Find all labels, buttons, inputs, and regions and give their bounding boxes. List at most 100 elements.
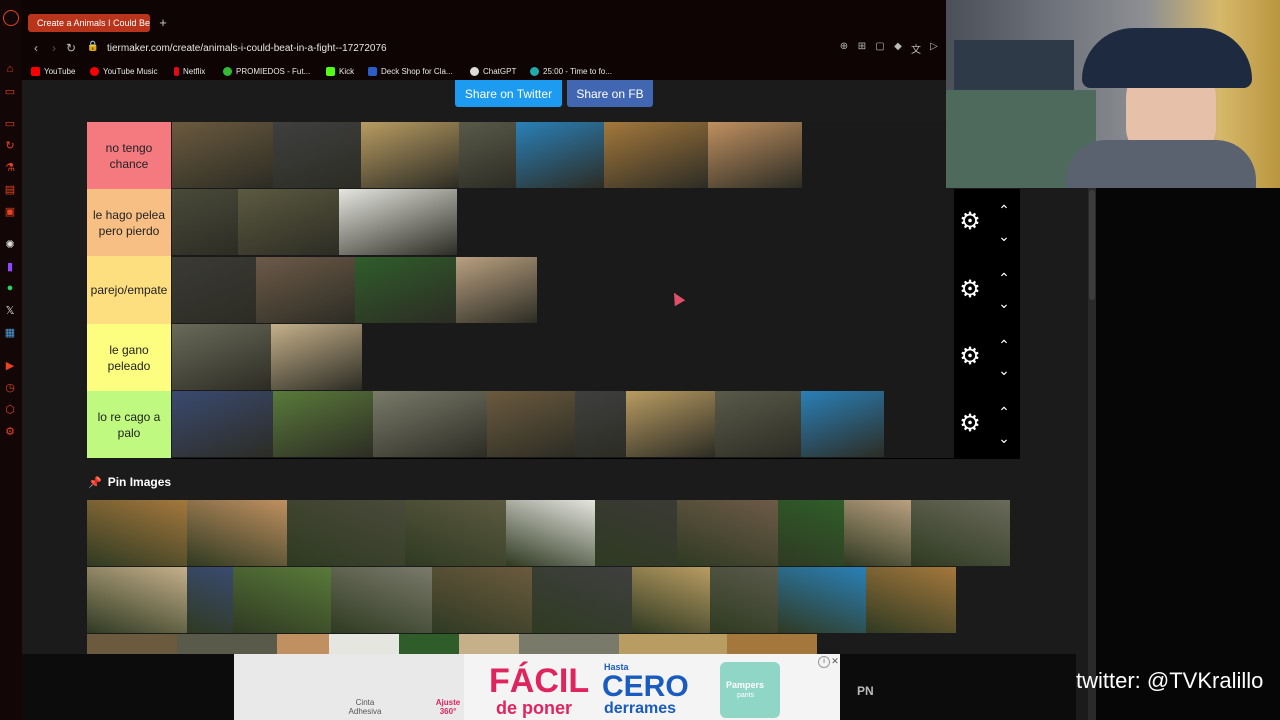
refresh-icon[interactable]: ↻: [3, 138, 17, 152]
pool-image[interactable]: [287, 500, 405, 566]
screenshot-icon[interactable]: ▢: [873, 41, 887, 52]
snapshot-icon[interactable]: ⊞: [855, 41, 869, 52]
pool-image[interactable]: [432, 567, 532, 633]
home-icon[interactable]: ⌂: [3, 62, 17, 76]
bookmark-pomodoro[interactable]: 25:00 - Time to fo...: [530, 65, 612, 77]
move-up-chevron-icon[interactable]: ⌃: [996, 271, 1012, 285]
move-down-chevron-icon[interactable]: ⌄: [996, 431, 1012, 445]
settings-icon[interactable]: ⚙: [3, 424, 17, 438]
reload-icon[interactable]: ↻: [64, 41, 78, 55]
pool-image[interactable]: [619, 634, 727, 654]
bookmark-deckshop[interactable]: Deck Shop for Cla...: [368, 65, 453, 77]
zoom-icon[interactable]: ⊕: [837, 41, 851, 52]
bookmark-netflix[interactable]: Netflix: [174, 65, 205, 77]
tier-label[interactable]: no tengo chance: [87, 122, 171, 189]
shield-icon[interactable]: ◆: [891, 41, 905, 52]
move-up-chevron-icon[interactable]: ⌃: [996, 203, 1012, 217]
whatsapp-icon[interactable]: ●: [3, 281, 17, 295]
tier-image[interactable]: [604, 122, 708, 188]
share-fb-button[interactable]: Share on FB: [567, 80, 653, 107]
pool-image[interactable]: [177, 634, 277, 654]
url-field[interactable]: tiermaker.com/create/animals-i-could-bea…: [107, 43, 387, 54]
pool-image[interactable]: [710, 567, 778, 633]
opera-logo-icon[interactable]: [3, 10, 19, 26]
back-icon[interactable]: ‹: [29, 41, 43, 55]
pool-image[interactable]: [778, 500, 844, 566]
pool-image[interactable]: [632, 567, 710, 633]
bookmark-youtube[interactable]: YouTube: [31, 65, 75, 77]
pool-image[interactable]: [727, 634, 817, 654]
pool-image[interactable]: [87, 500, 187, 566]
tier-settings-gear-icon[interactable]: ⚙: [958, 278, 982, 302]
pool-image[interactable]: [844, 500, 911, 566]
pool-image[interactable]: [187, 500, 287, 566]
bookmark-youtube-music[interactable]: YouTube Music: [90, 65, 158, 77]
tier-image[interactable]: [238, 189, 339, 255]
tier-image[interactable]: [355, 257, 456, 323]
new-tab-button[interactable]: +: [156, 14, 170, 32]
tier-image[interactable]: [172, 122, 273, 188]
tier-label[interactable]: le gano peleado: [87, 324, 171, 391]
ad-info-icon[interactable]: i: [818, 656, 830, 668]
pool-image[interactable]: [277, 634, 329, 654]
pool-image[interactable]: [233, 567, 331, 633]
tier-image[interactable]: [575, 391, 626, 457]
twitch-icon[interactable]: ▮: [3, 259, 17, 273]
tier-image[interactable]: [361, 122, 459, 188]
tier-image[interactable]: [708, 122, 802, 188]
tier-image[interactable]: [487, 391, 575, 457]
gamepad-icon[interactable]: ▭: [3, 84, 17, 98]
tier-label[interactable]: lo re cago a palo: [87, 391, 171, 458]
translate-icon[interactable]: 文: [909, 41, 923, 56]
chatgpt-icon[interactable]: ✺: [3, 237, 17, 251]
pool-image[interactable]: [459, 634, 519, 654]
tier-label[interactable]: le hago pelea pero pierdo: [87, 189, 171, 256]
ad-close-icon[interactable]: ✕: [830, 656, 840, 666]
tier-image[interactable]: [801, 391, 884, 457]
pool-image[interactable]: [399, 634, 459, 654]
pool-image[interactable]: [911, 500, 1010, 566]
bookmark-promiedos[interactable]: PROMIEDOS - Fut...: [223, 65, 310, 77]
pool-image[interactable]: [595, 500, 677, 566]
telegram-icon[interactable]: ▦: [3, 325, 17, 339]
pool-image[interactable]: [329, 634, 399, 654]
pin-images-header[interactable]: 📌 Pin Images: [88, 475, 171, 489]
gx-mods-icon[interactable]: ▣: [3, 204, 17, 218]
tier-image[interactable]: [339, 189, 457, 255]
tier-settings-gear-icon[interactable]: ⚙: [958, 412, 982, 436]
tier-image[interactable]: [172, 189, 238, 255]
share-twitter-button[interactable]: Share on Twitter: [455, 80, 562, 107]
extensions-icon[interactable]: ⬡: [3, 402, 17, 416]
tier-settings-gear-icon[interactable]: ⚙: [958, 345, 982, 369]
tier-image[interactable]: [626, 391, 715, 457]
tier-image[interactable]: [256, 257, 355, 323]
active-tab[interactable]: Create a Animals I Could Be: [28, 14, 150, 32]
pool-image[interactable]: [187, 567, 233, 633]
pool-image[interactable]: [405, 500, 506, 566]
move-up-chevron-icon[interactable]: ⌃: [996, 338, 1012, 352]
pampers-ad[interactable]: Cinta Adhesiva Ajuste 360° FÁCIL de pone…: [234, 654, 840, 720]
tier-image[interactable]: [172, 324, 271, 390]
pool-image[interactable]: [778, 567, 866, 633]
tier-settings-gear-icon[interactable]: ⚙: [958, 210, 982, 234]
pool-image[interactable]: [506, 500, 595, 566]
pool-image[interactable]: [677, 500, 778, 566]
move-down-chevron-icon[interactable]: ⌄: [996, 296, 1012, 310]
move-down-chevron-icon[interactable]: ⌄: [996, 363, 1012, 377]
tier-image[interactable]: [273, 122, 361, 188]
x-icon[interactable]: 𝕏: [3, 303, 17, 317]
tier-image[interactable]: [271, 324, 362, 390]
scrollbar-thumb[interactable]: [1089, 190, 1095, 300]
bookmark-chatgpt[interactable]: ChatGPT: [470, 65, 516, 77]
tier-image[interactable]: [456, 257, 537, 323]
pool-image[interactable]: [519, 634, 619, 654]
forward-icon[interactable]: ›: [47, 41, 61, 55]
gx-corner-icon[interactable]: ▭: [3, 116, 17, 130]
tier-image[interactable]: [172, 257, 256, 323]
tier-label[interactable]: parejo/empate: [87, 256, 171, 324]
tier-image[interactable]: [172, 391, 273, 457]
tier-image[interactable]: [373, 391, 487, 457]
pool-image[interactable]: [87, 634, 177, 654]
tier-image[interactable]: [715, 391, 801, 457]
cleaner-icon[interactable]: ⚗: [3, 160, 17, 174]
